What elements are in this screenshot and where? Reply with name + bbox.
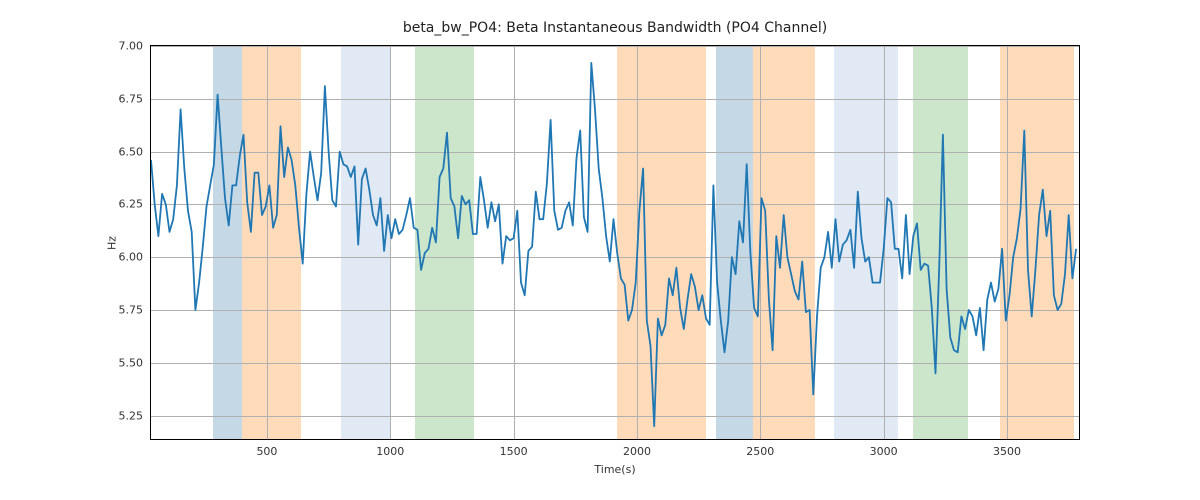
x-tick-label: 2500 bbox=[746, 445, 774, 458]
y-tick-label: 5.25 bbox=[119, 409, 144, 422]
x-tick-label: 3500 bbox=[993, 445, 1021, 458]
x-tick-label: 3000 bbox=[870, 445, 898, 458]
y-tick-label: 6.25 bbox=[119, 198, 144, 211]
y-tick-label: 6.75 bbox=[119, 92, 144, 105]
x-tick-label: 2000 bbox=[623, 445, 651, 458]
y-tick-label: 7.00 bbox=[119, 40, 144, 53]
x-tick-label: 500 bbox=[256, 445, 277, 458]
plot-area bbox=[151, 46, 1079, 439]
y-tick-label: 6.00 bbox=[119, 251, 144, 264]
chart-title: beta_bw_PO4: Beta Instantaneous Bandwidt… bbox=[403, 20, 827, 36]
x-axis-label: Time(s) bbox=[594, 463, 635, 476]
figure: beta_bw_PO4: Beta Instantaneous Bandwidt… bbox=[0, 0, 1200, 500]
y-tick-label: 6.50 bbox=[119, 145, 144, 158]
chart-axes: beta_bw_PO4: Beta Instantaneous Bandwidt… bbox=[150, 45, 1080, 440]
y-tick-label: 5.75 bbox=[119, 304, 144, 317]
y-axis-label: Hz bbox=[106, 235, 119, 249]
x-tick-label: 1000 bbox=[376, 445, 404, 458]
y-tick-label: 5.50 bbox=[119, 356, 144, 369]
x-tick-label: 1500 bbox=[500, 445, 528, 458]
series-line bbox=[151, 46, 1079, 439]
